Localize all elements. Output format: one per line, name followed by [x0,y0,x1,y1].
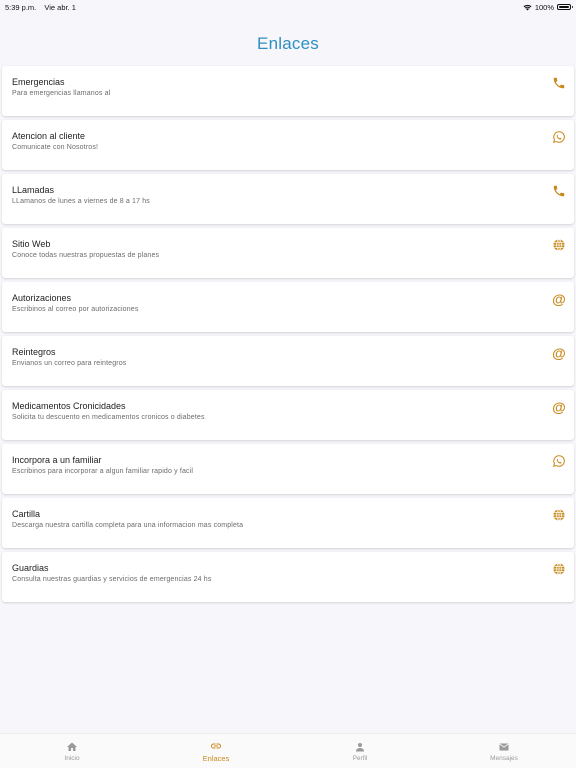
mail-icon [498,741,510,753]
card-title: Guardias [12,563,49,573]
card-title: Medicamentos Cronicidades [12,401,126,411]
tab-enlaces[interactable]: Enlaces [144,734,288,768]
card-subtitle: Conoce todas nuestras propuestas de plan… [12,252,160,259]
card-title: Atencion al cliente [12,131,86,141]
card-title: Autorizaciones [12,293,72,303]
globe-icon[interactable] [552,508,566,522]
home-icon [66,741,78,753]
links-list: Emergencias Para emergencias llamanos al … [2,66,574,606]
link-card-reintegros[interactable]: Reintegros Envianos un correo para reinte… [2,336,574,386]
status-date: Vie abr. 1 [44,2,76,12]
link-card-emergencias[interactable]: Emergencias Para emergencias llamanos al [2,66,574,116]
app-screen: 5:39 p.m. Vie abr. 1 100% Enlaces Emerge… [0,0,576,768]
card-subtitle: Escribinos para incorporar a algun famil… [12,468,194,475]
link-card-incorpora-a-un-familiar[interactable]: Incorpora a un familiar Escribinos para i… [2,444,574,494]
link-card-sitio-web[interactable]: Sitio Web Conoce todas nuestras propuesta… [2,228,574,278]
tab-mensajes[interactable]: Mensajes [432,734,576,768]
whatsapp-icon[interactable] [552,454,566,468]
tab-label: Enlaces [202,753,230,763]
card-title: Sitio Web [12,239,51,249]
battery-percent: 100% [534,2,554,12]
link-card-autorizaciones[interactable]: Autorizaciones Escribinos al correo por a… [2,282,574,332]
card-subtitle: Envianos un correo para reintegros [12,360,127,367]
status-time: 5:39 p.m. [5,2,37,12]
card-title: Cartilla [12,509,41,519]
card-subtitle: Solicita tu descuento en medicamentos cr… [12,414,205,421]
person-icon [354,741,366,753]
globe-icon[interactable] [552,562,566,576]
card-title: LLamadas [12,185,55,195]
battery-icon [557,4,573,10]
card-subtitle: LLamanos de lunes a viernes de 8 a 17 hs [12,198,150,205]
card-title: Incorpora a un familiar [12,455,102,465]
link-icon [210,740,222,752]
wifi-icon [523,4,532,10]
tab-label: Mensajes [490,754,518,762]
whatsapp-icon[interactable] [552,130,566,144]
card-subtitle: Escribinos al correo por autorizaciones [12,306,139,313]
link-card-llamadas[interactable]: LLamadas LLamanos de lunes a viernes de 8… [2,174,574,224]
link-card-guardias[interactable]: Guardias Consulta nuestras guardias y ser… [2,552,574,602]
card-subtitle: Consulta nuestras guardias y servicios d… [12,576,212,583]
at-icon[interactable]: @ [552,292,566,306]
page-title: Enlaces [257,34,319,53]
at-icon[interactable]: @ [552,346,566,360]
bottom-tab-bar: Inicio Enlaces Perfil Mensajes [0,733,576,768]
tab-perfil[interactable]: Perfil [288,734,432,768]
card-title: Emergencias [12,77,65,87]
tab-inicio[interactable]: Inicio [0,734,144,768]
phone-icon[interactable] [552,76,566,90]
card-subtitle: Comunicate con Nosotros! [12,144,99,151]
link-card-medicamentos-cronicidades[interactable]: Medicamentos Cronicidades Solicita tu des… [2,390,574,440]
phone-icon[interactable] [552,184,566,198]
tab-label: Inicio [64,754,80,762]
at-icon[interactable]: @ [552,400,566,414]
status-bar: 5:39 p.m. Vie abr. 1 100% [0,0,576,14]
card-title: Reintegros [12,347,56,357]
tab-label: Perfil [352,754,368,762]
card-subtitle: Descarga nuestra cartilla completa para … [12,522,244,529]
card-subtitle: Para emergencias llamanos al [12,90,111,97]
globe-icon[interactable] [552,238,566,252]
link-card-cartilla[interactable]: Cartilla Descarga nuestra cartilla comple… [2,498,574,548]
link-card-atencion-al-cliente[interactable]: Atencion al cliente Comunicate con Nosotr… [2,120,574,170]
